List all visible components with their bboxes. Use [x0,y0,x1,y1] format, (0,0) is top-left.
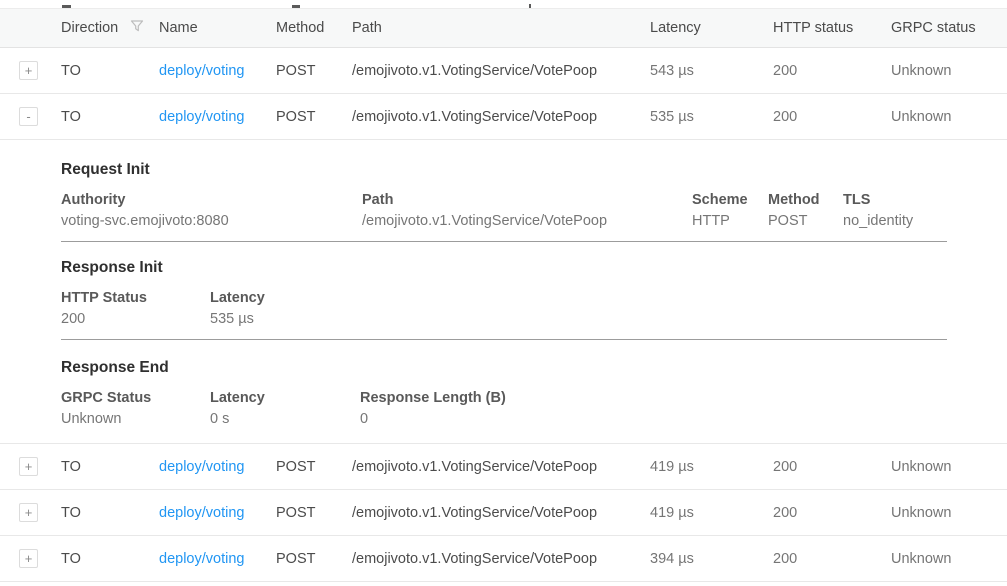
column-header-direction: Direction [61,19,159,37]
expand-row-button[interactable]: + [19,61,38,80]
table-row: + TO deploy/voting POST /emojivoto.v1.Vo… [0,444,1007,490]
cell-http-status: 200 [773,63,891,79]
field-authority: Authority voting-svc.emojivoto:8080 [61,192,362,229]
collapse-row-button[interactable]: - [19,107,38,126]
cell-grpc-status: Unknown [891,459,1007,475]
cell-direction: TO [61,551,159,567]
column-header-path: Path [352,20,650,36]
cell-method: POST [276,459,352,475]
field-value: voting-svc.emojivoto:8080 [61,213,362,229]
field-path: Path /emojivoto.v1.VotingService/VotePoo… [362,192,692,229]
cell-path: /emojivoto.v1.VotingService/VotePoop [352,459,650,475]
field-value: 200 [61,311,210,327]
cell-direction: TO [61,459,159,475]
request-detail-panel: Request Init Authority voting-svc.emojiv… [0,140,1007,444]
field-response-length: Response Length (B) 0 [360,390,1007,427]
section-title-response-end: Response End [61,359,1007,377]
response-end-fields: GRPC Status Unknown Latency 0 s Response… [61,390,1007,427]
section-title-response-init: Response Init [61,259,1007,277]
cell-method: POST [276,505,352,521]
tap-requests-table: Direction Name Method Path Latency HTTP … [0,0,1007,586]
expand-row-button[interactable]: + [19,457,38,476]
cell-grpc-status: Unknown [891,551,1007,567]
section-divider [61,339,947,340]
field-label: Method [768,192,843,208]
deployment-link[interactable]: deploy/voting [159,109,244,125]
cell-grpc-status: Unknown [891,63,1007,79]
field-label: Latency [210,290,1007,306]
cell-latency: 419 µs [650,505,773,521]
cell-http-status: 200 [773,505,891,521]
field-label: Response Length (B) [360,390,1007,406]
cell-path: /emojivoto.v1.VotingService/VotePoop [352,551,650,567]
funnel-icon[interactable] [130,19,144,37]
cell-http-status: 200 [773,459,891,475]
clipped-row-above [0,0,1007,8]
deployment-link[interactable]: deploy/voting [159,551,244,567]
field-scheme: Scheme HTTP [692,192,768,229]
field-label: TLS [843,192,1007,208]
field-latency: Latency 535 µs [210,290,1007,327]
cell-path: /emojivoto.v1.VotingService/VotePoop [352,109,650,125]
column-header-grpc-status: GRPC status [891,20,1007,36]
field-value: POST [768,213,843,229]
cell-latency: 394 µs [650,551,773,567]
column-header-latency: Latency [650,20,773,36]
request-init-fields: Authority voting-svc.emojivoto:8080 Path… [61,192,1007,229]
field-label: Latency [210,390,360,406]
table-row: + TO deploy/voting POST /emojivoto.v1.Vo… [0,490,1007,536]
field-http-status: HTTP Status 200 [61,290,210,327]
column-header-name: Name [159,20,276,36]
cell-http-status: 200 [773,551,891,567]
field-label: HTTP Status [61,290,210,306]
cell-http-status: 200 [773,109,891,125]
cell-method: POST [276,109,352,125]
field-value: Unknown [61,411,210,427]
cell-method: POST [276,63,352,79]
cell-direction: TO [61,505,159,521]
field-label: Scheme [692,192,768,208]
clipped-text-fragment [529,4,531,8]
section-title-request-init: Request Init [61,161,1007,179]
field-value: /emojivoto.v1.VotingService/VotePoop [362,213,692,229]
cell-latency: 419 µs [650,459,773,475]
response-init-fields: HTTP Status 200 Latency 535 µs [61,290,1007,327]
field-value: HTTP [692,213,768,229]
field-latency: Latency 0 s [210,390,360,427]
cell-path: /emojivoto.v1.VotingService/VotePoop [352,63,650,79]
cell-latency: 535 µs [650,109,773,125]
expand-row-button[interactable]: + [19,549,38,568]
cell-path: /emojivoto.v1.VotingService/VotePoop [352,505,650,521]
column-header-http-status: HTTP status [773,20,891,36]
table-row-expanded: - TO deploy/voting POST /emojivoto.v1.Vo… [0,94,1007,140]
table-row: + TO deploy/voting POST /emojivoto.v1.Vo… [0,48,1007,94]
field-value: 535 µs [210,311,1007,327]
cell-grpc-status: Unknown [891,505,1007,521]
field-label: Path [362,192,692,208]
deployment-link[interactable]: deploy/voting [159,505,244,521]
cell-latency: 543 µs [650,63,773,79]
clipped-text-fragment [292,5,300,8]
field-value: no_identity [843,213,1007,229]
field-value: 0 [360,411,1007,427]
deployment-link[interactable]: deploy/voting [159,63,244,79]
field-value: 0 s [210,411,360,427]
cell-direction: TO [61,63,159,79]
deployment-link[interactable]: deploy/voting [159,459,244,475]
column-header-method: Method [276,20,352,36]
field-tls: TLS no_identity [843,192,1007,229]
cell-method: POST [276,551,352,567]
field-method: Method POST [768,192,843,229]
field-grpc-status: GRPC Status Unknown [61,390,210,427]
table-header-row: Direction Name Method Path Latency HTTP … [0,8,1007,48]
clipped-text-fragment [62,5,71,8]
field-label: Authority [61,192,362,208]
section-divider [61,241,947,242]
cell-grpc-status: Unknown [891,109,1007,125]
column-header-direction-label: Direction [61,20,118,36]
table-row: + TO deploy/voting POST /emojivoto.v1.Vo… [0,536,1007,582]
expand-row-button[interactable]: + [19,503,38,522]
cell-direction: TO [61,109,159,125]
field-label: GRPC Status [61,390,210,406]
